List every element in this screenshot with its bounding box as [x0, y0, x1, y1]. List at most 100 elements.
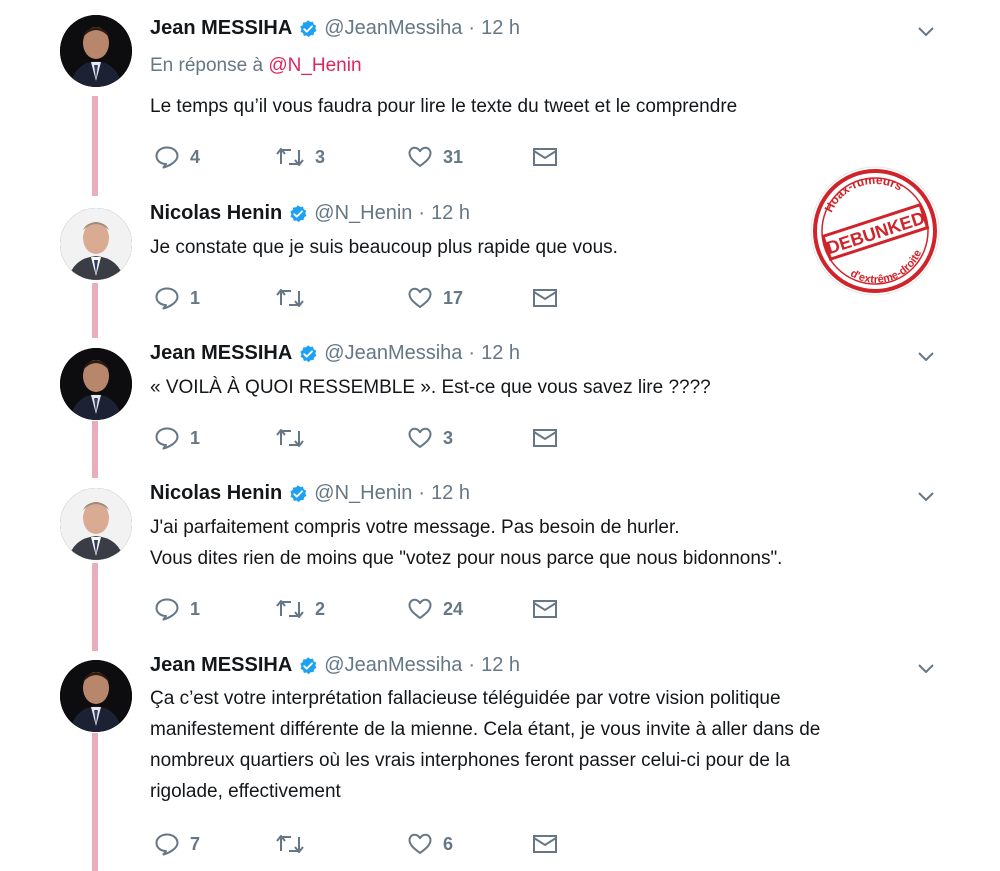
- like-count: 31: [443, 146, 464, 167]
- verified-badge-icon: [290, 484, 307, 502]
- tweet-text: J'ai parfaitement compris votre message.…: [150, 517, 783, 569]
- retweet-button[interactable]: 3: [275, 144, 325, 170]
- direct-message-button[interactable]: [532, 144, 558, 170]
- author-handle[interactable]: @JeanMessiha: [324, 342, 462, 365]
- separator-dot: ·: [468, 654, 476, 676]
- author-name[interactable]: Nicolas Henin: [150, 202, 282, 225]
- retweet-icon: [276, 289, 304, 307]
- reply-icon: [155, 427, 179, 450]
- direct-message-button[interactable]: [532, 831, 558, 857]
- reply-button[interactable]: 1: [154, 285, 200, 311]
- author-handle[interactable]: @JeanMessiha: [324, 17, 462, 40]
- reply-context: En réponse à @N_Henin: [150, 55, 362, 77]
- author-name[interactable]: Nicolas Henin: [150, 482, 282, 505]
- debunked-stamp: Hoax-rumeurs d'extrême-droite DEBUNKED: [806, 162, 944, 300]
- timestamp[interactable]: 12 h: [481, 654, 520, 677]
- like-button[interactable]: 6: [407, 831, 453, 857]
- reply-icon: [155, 598, 179, 621]
- author-name[interactable]: Jean MESSIHA: [150, 17, 292, 40]
- tweet[interactable]: Jean MESSIHA @JeanMessiha · 12 h « VOILÀ…: [0, 340, 1000, 460]
- like-button[interactable]: 3: [407, 425, 453, 451]
- avatar[interactable]: [60, 208, 132, 280]
- avatar[interactable]: [60, 348, 132, 420]
- verified-badge-icon: [300, 656, 317, 674]
- like-count: 24: [443, 598, 464, 619]
- verified-badge-icon: [300, 344, 317, 362]
- author-name[interactable]: Jean MESSIHA: [150, 342, 292, 365]
- heart-icon: [408, 833, 432, 854]
- separator-dot: ·: [418, 482, 426, 504]
- retweet-icon: [276, 148, 304, 166]
- direct-message-button[interactable]: [532, 285, 558, 311]
- separator-dot: ·: [468, 342, 476, 364]
- tweet-text: « VOILÀ À QUOI RESSEMBLE ». Est-ce que v…: [150, 377, 711, 398]
- reply-count: 7: [190, 833, 201, 854]
- direct-message-button[interactable]: [532, 425, 558, 451]
- timestamp[interactable]: 12 h: [481, 17, 520, 40]
- tweet-actions: 7 6: [150, 831, 570, 857]
- timestamp[interactable]: 12 h: [431, 482, 470, 505]
- tweet-actions: 4 3 31: [150, 144, 570, 170]
- retweet-icon: [276, 429, 304, 447]
- like-count: 3: [443, 427, 454, 448]
- avatar[interactable]: [60, 488, 132, 560]
- heart-icon: [408, 146, 432, 167]
- author-handle[interactable]: @JeanMessiha: [324, 654, 462, 677]
- direct-message-button[interactable]: [532, 596, 558, 622]
- retweet-icon: [276, 600, 304, 618]
- heart-icon: [408, 598, 432, 619]
- separator-dot: ·: [418, 202, 426, 224]
- tweet-actions: 1 3: [150, 425, 570, 451]
- reply-mention-link[interactable]: @N_Henin: [268, 55, 361, 76]
- reply-button[interactable]: 1: [154, 596, 200, 622]
- reply-button[interactable]: 1: [154, 425, 200, 451]
- author-handle[interactable]: @N_Henin: [314, 202, 412, 225]
- retweet-button[interactable]: [275, 425, 315, 451]
- like-button[interactable]: 24: [407, 596, 463, 622]
- retweet-count: 2: [315, 598, 326, 619]
- envelope-icon: [533, 429, 557, 447]
- tweet-text: Le temps qu’il vous faudra pour lire le …: [150, 96, 738, 117]
- reply-count: 1: [190, 427, 201, 448]
- envelope-icon: [533, 600, 557, 618]
- author-handle[interactable]: @N_Henin: [314, 482, 412, 505]
- heart-icon: [408, 427, 432, 448]
- tweet-actions: 1 17: [150, 285, 570, 311]
- reply-button[interactable]: 7: [154, 831, 200, 857]
- tweet-actions: 1 2 24: [150, 596, 570, 622]
- retweet-icon: [276, 835, 304, 853]
- retweet-button[interactable]: [275, 285, 315, 311]
- envelope-icon: [533, 289, 557, 307]
- heart-icon: [408, 287, 432, 308]
- chevron-down-icon[interactable]: [916, 662, 936, 676]
- reply-icon: [155, 833, 179, 856]
- chevron-down-icon[interactable]: [916, 25, 936, 39]
- reply-count: 1: [190, 287, 201, 308]
- reply-icon: [155, 287, 179, 310]
- reply-prefix: En réponse à: [150, 55, 264, 76]
- tweet[interactable]: Jean MESSIHA @JeanMessiha · 12 h Ça c’es…: [0, 652, 1000, 871]
- tweet-text: Ça c’est votre interprétation fallacieus…: [150, 688, 821, 802]
- like-button[interactable]: 31: [407, 144, 463, 170]
- reply-icon: [155, 146, 179, 169]
- retweet-count: 3: [315, 146, 326, 167]
- tweet[interactable]: Jean MESSIHA @JeanMessiha · 12 h En répo…: [0, 15, 1000, 185]
- verified-badge-icon: [300, 19, 317, 37]
- verified-badge-icon: [290, 204, 307, 222]
- like-button[interactable]: 17: [407, 285, 463, 311]
- retweet-button[interactable]: [275, 831, 315, 857]
- reply-button[interactable]: 4: [154, 144, 200, 170]
- timestamp[interactable]: 12 h: [481, 342, 520, 365]
- timestamp[interactable]: 12 h: [431, 202, 470, 225]
- chevron-down-icon[interactable]: [916, 490, 936, 504]
- author-name[interactable]: Jean MESSIHA: [150, 654, 292, 677]
- like-count: 6: [443, 833, 454, 854]
- avatar[interactable]: [60, 660, 132, 732]
- tweet[interactable]: Nicolas Henin @N_Henin · 12 h J'ai parfa…: [0, 480, 1000, 630]
- chevron-down-icon[interactable]: [916, 350, 936, 364]
- avatar[interactable]: [60, 15, 132, 87]
- retweet-button[interactable]: 2: [275, 596, 325, 622]
- like-count: 17: [443, 287, 464, 308]
- envelope-icon: [533, 835, 557, 853]
- reply-count: 4: [190, 146, 201, 167]
